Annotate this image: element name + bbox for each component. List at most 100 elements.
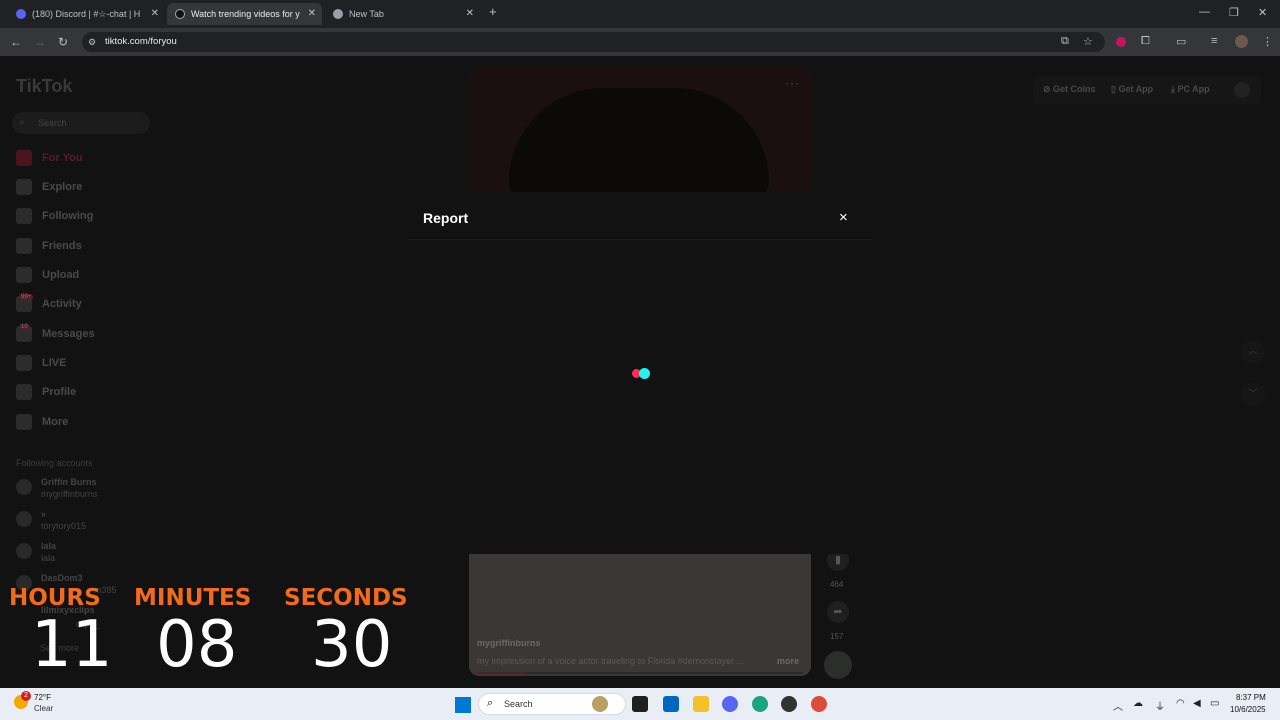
media-controls-icon[interactable]: ≡ — [1211, 35, 1217, 47]
sidebar-item-for-you[interactable]: For You — [16, 150, 83, 166]
close-window-icon[interactable]: ✕ — [1258, 6, 1267, 19]
onedrive-icon[interactable]: ☁ — [1133, 698, 1143, 709]
tray-overflow-icon[interactable]: ︿ — [1113, 698, 1123, 713]
sidebar-item-friends[interactable]: Friends — [16, 238, 82, 254]
wifi-icon[interactable]: ◠ — [1176, 698, 1185, 709]
compass-icon — [16, 179, 32, 195]
chrome-icon[interactable] — [811, 696, 827, 712]
sidebar-item-profile[interactable]: Profile — [16, 384, 76, 400]
sidebar-item-upload[interactable]: Upload — [16, 267, 79, 283]
next-video-icon[interactable]: ﹀ — [1241, 383, 1265, 407]
profile-avatar-icon[interactable] — [1235, 35, 1248, 48]
avatar — [16, 511, 32, 527]
creator-avatar[interactable] — [824, 651, 852, 679]
video-username[interactable]: mygriffinburns — [477, 638, 541, 648]
close-tab-icon[interactable]: ✕ — [308, 8, 316, 19]
share-icon[interactable]: ➦ — [827, 601, 849, 623]
new-tab-button[interactable]: + — [489, 4, 497, 19]
friends-icon — [16, 238, 32, 254]
search-input[interactable] — [12, 112, 150, 134]
sidebar-item-explore[interactable]: Explore — [16, 179, 82, 195]
steam-icon[interactable] — [781, 696, 797, 712]
pc-app-label: PC App — [1177, 84, 1210, 94]
video-progress-bar[interactable] — [477, 672, 803, 674]
site-info-icon[interactable]: ⚙ — [88, 37, 96, 48]
maximize-icon[interactable]: ❐ — [1229, 6, 1239, 19]
weather-badge: 2 — [21, 691, 31, 701]
taskbar-search-icon: ⌕ — [487, 697, 494, 709]
reload-icon[interactable]: ↻ — [58, 35, 68, 49]
clock-date[interactable]: 10/6/2025 — [1230, 705, 1266, 714]
minimize-icon[interactable]: — — [1199, 6, 1210, 18]
install-app-icon[interactable]: ⧉ — [1061, 35, 1069, 48]
sidebar-item-more[interactable]: More — [16, 414, 68, 430]
chrome-favicon-icon — [333, 9, 343, 19]
tab-new-tab[interactable]: New Tab ✕ — [325, 3, 480, 25]
file-explorer-icon[interactable] — [693, 696, 709, 712]
search-highlight-icon[interactable] — [592, 696, 608, 712]
share-count: 157 — [830, 632, 844, 641]
following-icon — [16, 208, 32, 224]
battery-icon[interactable]: ▭ — [1210, 698, 1219, 709]
back-icon[interactable]: ← — [10, 35, 22, 49]
extensions-puzzle-icon[interactable]: ⧠ — [1141, 35, 1150, 48]
account-name: DasDom3 — [41, 573, 83, 583]
address-bar[interactable] — [82, 32, 1105, 52]
video-caption: my impression of a voice actor traveling… — [477, 656, 745, 666]
tab-discord[interactable]: (180) Discord | #☆-chat | H ✕ — [8, 3, 165, 25]
activity-badge: 99+ — [19, 294, 34, 300]
caption-more-button[interactable]: more — [777, 656, 799, 666]
tab-title: (180) Discord | #☆-chat | H — [32, 8, 141, 19]
tiktok-favicon-icon — [175, 9, 185, 19]
user-avatar[interactable] — [1234, 82, 1250, 98]
bookmark-count: 464 — [830, 580, 844, 589]
get-coins-label: Get Coins — [1053, 84, 1096, 94]
taskbar-search-placeholder: Search — [504, 699, 533, 709]
edge-icon[interactable] — [752, 696, 768, 712]
more-dots-icon — [16, 414, 32, 430]
close-icon[interactable]: × — [839, 209, 848, 226]
task-view-icon[interactable] — [632, 696, 648, 712]
bookmark-star-icon[interactable]: ☆ — [1083, 35, 1093, 48]
get-app-button[interactable]: ▯ Get App — [1111, 84, 1153, 95]
store-icon[interactable] — [663, 696, 679, 712]
tiktok-logo[interactable]: TikTok — [16, 76, 72, 97]
sidebar-item-label: Messages — [42, 328, 95, 340]
minutes-value: 08 — [156, 608, 238, 682]
close-tab-icon[interactable]: ✕ — [151, 8, 159, 19]
discord-favicon-icon — [16, 9, 26, 19]
forward-icon[interactable]: → — [34, 35, 46, 49]
weather-condition: Clear — [34, 704, 54, 713]
sidebar-item-live[interactable]: LIVE — [16, 355, 66, 371]
volume-icon[interactable]: ◀ — [1193, 698, 1201, 709]
video-options-icon[interactable]: ··· — [785, 76, 800, 90]
close-tab-icon[interactable]: ✕ — [466, 8, 474, 19]
sidebar-item-label: Friends — [42, 240, 82, 252]
account-name: lala — [41, 541, 57, 551]
clock-time[interactable]: 8:37 PM — [1236, 693, 1266, 702]
live-icon — [16, 355, 32, 371]
sidebar-item-label: Explore — [42, 181, 83, 193]
pc-app-button[interactable]: ⤓ PC App — [1171, 84, 1210, 95]
following-accounts-title: Following accounts — [16, 458, 93, 468]
profile-icon — [16, 384, 32, 400]
extension-icon[interactable] — [1116, 37, 1126, 47]
url-text[interactable]: tiktok.com/foryou — [105, 36, 177, 47]
messages-badge: 10 — [19, 324, 30, 330]
get-coins-button[interactable]: ⊘ Get Coins — [1043, 84, 1096, 95]
previous-video-icon[interactable]: ︿ — [1241, 340, 1265, 364]
menu-kebab-icon[interactable]: ⋮ — [1262, 35, 1273, 48]
account-name: » — [41, 509, 47, 519]
windows-start-icon[interactable] — [455, 697, 471, 713]
tab-tiktok[interactable]: Watch trending videos for y ✕ — [167, 3, 322, 25]
sidebar-item-following[interactable]: Following — [16, 208, 93, 224]
weather-temperature[interactable]: 72°F — [34, 693, 51, 702]
tab-title: New Tab — [349, 9, 384, 19]
usb-icon[interactable]: ⏚ — [1155, 698, 1165, 713]
tab-title: Watch trending videos for y — [191, 9, 300, 19]
sidebar-item-label: Following — [42, 210, 94, 222]
side-panel-icon[interactable]: ▭ — [1176, 35, 1186, 48]
sidebar-item-label: Upload — [42, 269, 80, 281]
discord-app-icon[interactable] — [722, 696, 738, 712]
sidebar-item-label: Profile — [42, 386, 77, 398]
